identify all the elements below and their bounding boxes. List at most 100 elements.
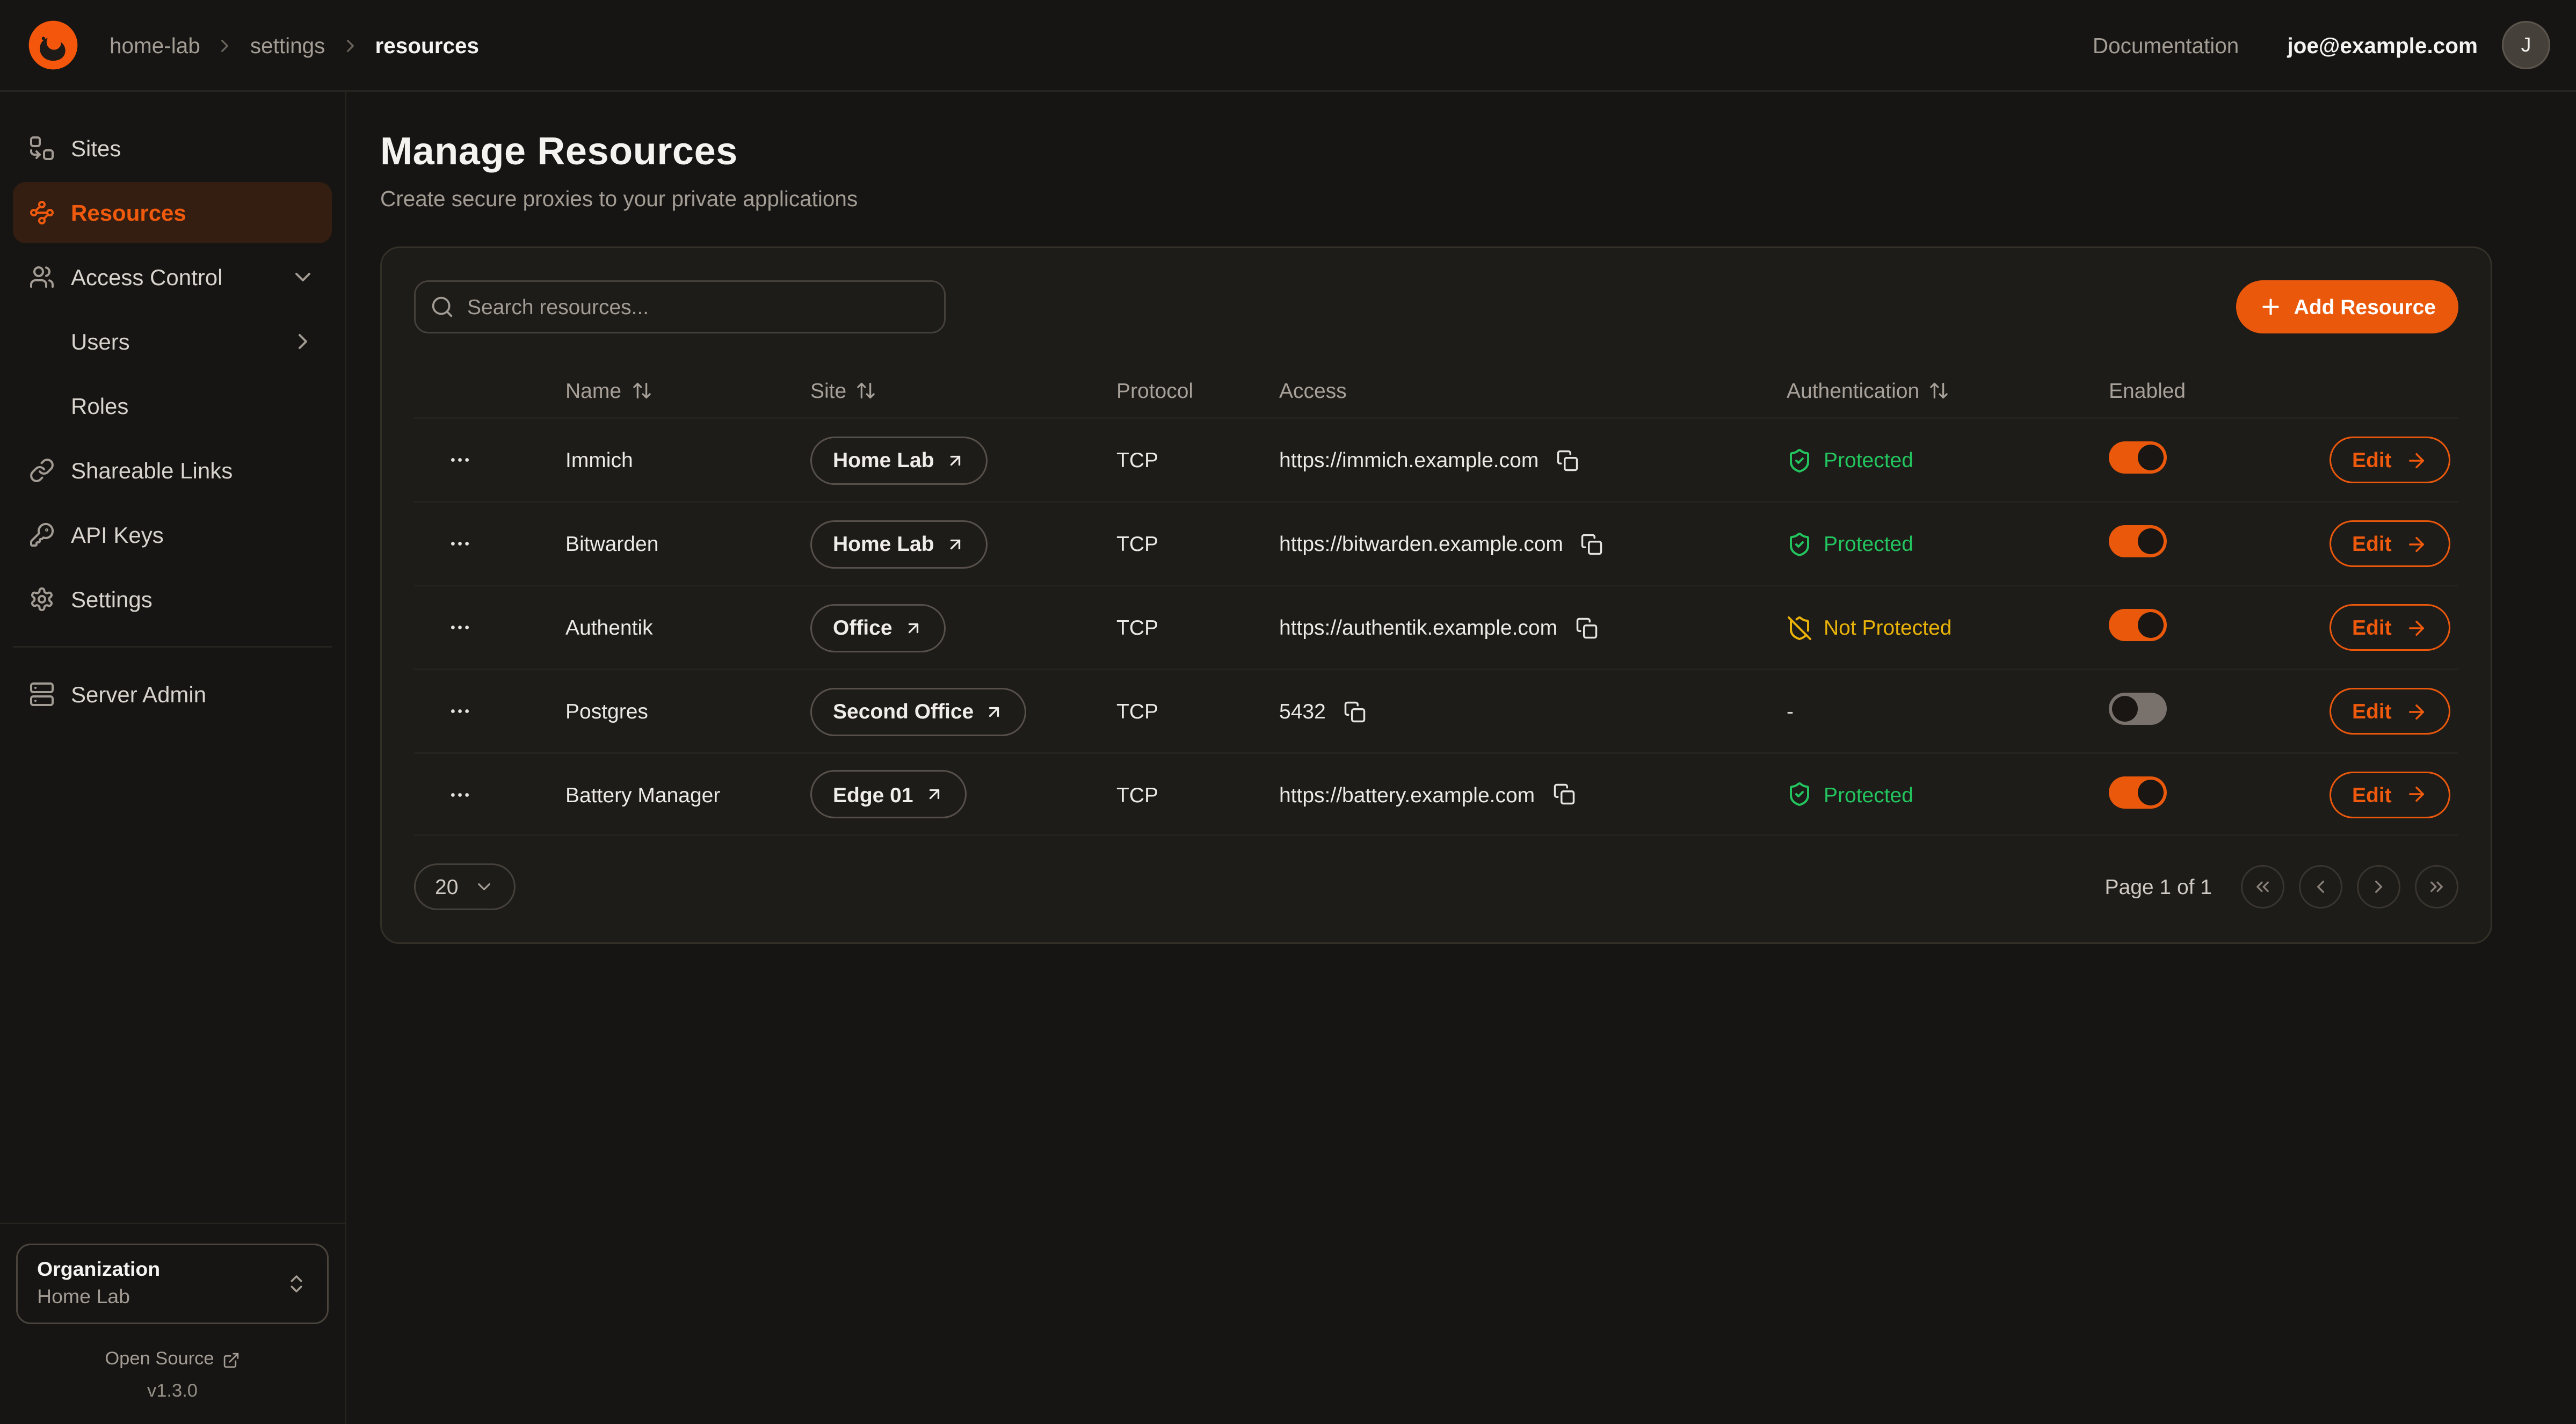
- chevron-right-icon: [290, 329, 316, 354]
- chevrons-right-icon: [2426, 876, 2447, 897]
- resource-name: Postgres: [565, 699, 810, 723]
- sidebar-item-label: Resources: [71, 200, 186, 226]
- arrow-right-icon: [2405, 700, 2427, 723]
- page-title: Manage Resources: [380, 130, 2541, 176]
- sidebar: Sites Resources Access Control Users Rol…: [0, 92, 346, 1424]
- sidebar-item-users[interactable]: Users: [13, 311, 332, 372]
- sidebar-item-label: Settings: [71, 586, 153, 612]
- access-url: 5432: [1279, 699, 1326, 723]
- column-header-enabled: Enabled: [2109, 378, 2330, 402]
- enabled-toggle[interactable]: [2109, 525, 2167, 557]
- breadcrumb: home-lab settings resources: [110, 33, 479, 57]
- prev-page-button[interactable]: [2299, 865, 2342, 909]
- table-row: Postgres Second Office TCP 5432 - Edit: [414, 669, 2458, 752]
- organization-switcher[interactable]: Organization Home Lab: [16, 1244, 329, 1324]
- row-menu-button[interactable]: [437, 605, 482, 650]
- sidebar-item-api-keys[interactable]: API Keys: [13, 504, 332, 565]
- breadcrumb-home-lab[interactable]: home-lab: [110, 33, 200, 57]
- sidebar-item-sites[interactable]: Sites: [13, 118, 332, 179]
- copy-button[interactable]: [1340, 697, 1369, 726]
- site-link[interactable]: Home Lab: [810, 520, 988, 568]
- table-row: Immich Home Lab TCP https://immich.examp…: [414, 417, 2458, 501]
- enabled-toggle[interactable]: [2109, 693, 2167, 725]
- copy-button[interactable]: [1578, 529, 1607, 558]
- column-header-site[interactable]: Site: [810, 378, 1116, 402]
- avatar[interactable]: J: [2502, 21, 2550, 69]
- edit-button[interactable]: Edit: [2330, 437, 2450, 483]
- site-link[interactable]: Edge 01: [810, 770, 967, 818]
- auth-status-protected: Protected: [1787, 447, 2109, 473]
- column-header-protocol: Protocol: [1116, 378, 1279, 402]
- sidebar-item-roles[interactable]: Roles: [13, 375, 332, 437]
- table-header: Name Site Protocol Access: [414, 362, 2458, 417]
- organization-value: Home Lab: [37, 1284, 285, 1311]
- ellipsis-icon: [447, 532, 471, 556]
- column-header-name[interactable]: Name: [565, 378, 810, 402]
- enabled-toggle[interactable]: [2109, 441, 2167, 474]
- table-row: Bitwarden Home Lab TCP https://bitwarden…: [414, 501, 2458, 585]
- page-subtitle: Create secure proxies to your private ap…: [380, 187, 2541, 211]
- row-menu-button[interactable]: [437, 521, 482, 566]
- sidebar-item-resources[interactable]: Resources: [13, 182, 332, 243]
- enabled-toggle[interactable]: [2109, 609, 2167, 641]
- sidebar-item-server-admin[interactable]: Server Admin: [13, 664, 332, 725]
- copy-button[interactable]: [1572, 613, 1601, 642]
- column-header-authentication[interactable]: Authentication: [1787, 378, 2109, 402]
- sidebar-item-settings[interactable]: Settings: [13, 569, 332, 630]
- card-toolbar: Add Resource: [414, 280, 2458, 333]
- resource-name: Battery Manager: [565, 782, 810, 807]
- sidebar-item-access-control[interactable]: Access Control: [13, 246, 332, 308]
- sidebar-item-shareable-links[interactable]: Shareable Links: [13, 440, 332, 501]
- edit-button[interactable]: Edit: [2330, 688, 2450, 735]
- site-link[interactable]: Office: [810, 604, 946, 652]
- site-link[interactable]: Home Lab: [810, 436, 988, 484]
- breadcrumb-settings[interactable]: settings: [250, 33, 325, 57]
- breadcrumb-resources[interactable]: resources: [375, 33, 479, 57]
- row-menu-button[interactable]: [437, 689, 482, 734]
- edit-button[interactable]: Edit: [2330, 520, 2450, 567]
- sidebar-item-label: Sites: [71, 135, 121, 161]
- arrow-right-icon: [2405, 783, 2427, 805]
- row-menu-button[interactable]: [437, 772, 482, 817]
- user-email[interactable]: joe@example.com: [2287, 33, 2478, 57]
- protocol-value: TCP: [1116, 448, 1279, 472]
- chevron-down-icon: [290, 264, 316, 290]
- first-page-button[interactable]: [2241, 865, 2284, 909]
- access-url: https://bitwarden.example.com: [1279, 532, 1563, 556]
- shield-check-icon: [1787, 781, 1812, 807]
- top-bar: home-lab settings resources Documentatio…: [0, 0, 2576, 92]
- sidebar-item-label: Users: [71, 329, 130, 354]
- resource-name: Authentik: [565, 615, 810, 640]
- add-resource-button[interactable]: Add Resource: [2236, 280, 2458, 333]
- documentation-link[interactable]: Documentation: [2093, 33, 2239, 57]
- last-page-button[interactable]: [2415, 865, 2458, 909]
- page-size-select[interactable]: 20: [414, 863, 516, 910]
- ellipsis-icon: [447, 699, 471, 723]
- copy-button[interactable]: [1549, 780, 1578, 809]
- table-footer: 20 Page 1 of 1: [414, 863, 2458, 910]
- enabled-toggle[interactable]: [2109, 776, 2167, 808]
- open-source-link[interactable]: Open Source: [0, 1350, 345, 1369]
- arrow-up-right-icon: [925, 784, 944, 804]
- shield-check-icon: [1787, 447, 1812, 473]
- search-icon: [430, 295, 454, 319]
- resources-table: Name Site Protocol Access: [414, 362, 2458, 836]
- edit-button[interactable]: Edit: [2330, 604, 2450, 651]
- server-icon: [29, 681, 55, 707]
- arrow-up-right-icon: [985, 702, 1004, 721]
- chevron-right-icon: [2368, 876, 2389, 897]
- protocol-value: TCP: [1116, 615, 1279, 640]
- toggle-knob: [2138, 528, 2164, 554]
- sort-icon: [1929, 380, 1950, 401]
- search-input[interactable]: [414, 280, 946, 333]
- edit-button[interactable]: Edit: [2330, 771, 2450, 818]
- site-link[interactable]: Second Office: [810, 687, 1027, 736]
- auth-status-protected: Protected: [1787, 531, 2109, 557]
- next-page-button[interactable]: [2357, 865, 2400, 909]
- row-menu-button[interactable]: [437, 438, 482, 483]
- pangolin-logo: [26, 18, 81, 72]
- access-url: https://battery.example.com: [1279, 782, 1535, 807]
- arrow-right-icon: [2405, 533, 2427, 555]
- sort-icon: [631, 380, 652, 401]
- copy-button[interactable]: [1553, 446, 1582, 475]
